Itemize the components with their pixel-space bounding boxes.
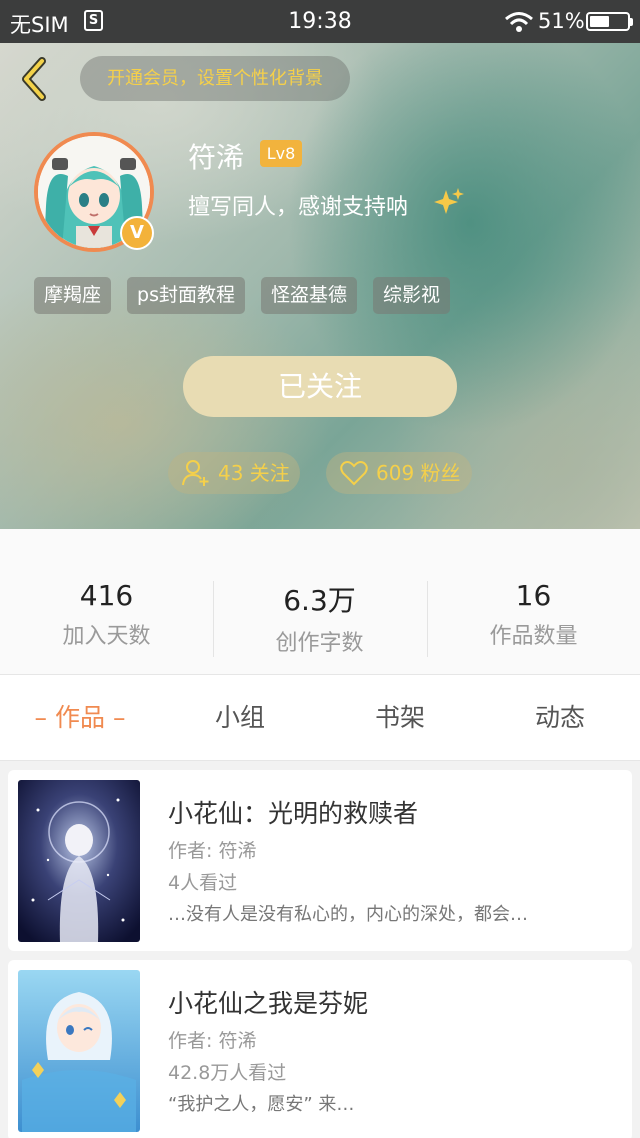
work-card[interactable]: 小花仙之我是芬妮 作者: 符浠 42.8万人看过 “我护之人，愿安” 来… — [8, 960, 632, 1138]
verified-v-icon: V — [120, 216, 154, 250]
stat-word-count: 6.3万 创作字数 — [213, 579, 426, 657]
add-user-icon — [182, 460, 209, 486]
username: 符浠 — [188, 141, 245, 174]
profile-tabs: – 作品 – 小组 书架 动态 — [0, 675, 640, 761]
fans-count-button[interactable]: 609 粉丝 — [326, 452, 472, 494]
tab-works[interactable]: – 作品 – — [0, 675, 160, 761]
tag-item[interactable]: ps封面教程 — [127, 277, 245, 314]
tab-groups[interactable]: 小组 — [160, 675, 320, 761]
stat-value: 16 — [515, 579, 552, 612]
stats-bar: 416 加入天数 6.3万 创作字数 16 作品数量 — [0, 529, 640, 675]
tab-bookshelf[interactable]: 书架 — [320, 675, 480, 761]
work-author: 作者: 符浠 — [168, 840, 257, 862]
tag-item[interactable]: 综影视 — [373, 277, 451, 314]
back-arrow-icon[interactable] — [14, 55, 54, 103]
following-text: 43 关注 — [218, 461, 290, 485]
heart-icon — [340, 461, 368, 486]
bio: 擅写同人，感谢支持呐 — [188, 195, 409, 220]
stat-label: 创作字数 — [275, 631, 364, 656]
work-description: …没有人是没有私心的，内心的深处，都会… — [168, 904, 528, 925]
work-card[interactable]: 小花仙：光明的救赎者 作者: 符浠 4人看过 …没有人是没有私心的，内心的深处，… — [8, 770, 632, 951]
tag-item[interactable]: 摩羯座 — [34, 277, 112, 314]
book-cover[interactable] — [18, 970, 140, 1132]
tag-list: 摩羯座 ps封面教程 怪盗基德 综影视 — [34, 277, 451, 314]
work-views: 42.8万人看过 — [168, 1062, 287, 1084]
work-views: 4人看过 — [168, 872, 238, 894]
stat-works-count: 16 作品数量 — [427, 579, 640, 650]
level-badge: Lv8 — [260, 140, 302, 167]
stat-join-days: 416 加入天数 — [0, 579, 213, 650]
works-list: 小花仙：光明的救赎者 作者: 符浠 4人看过 …没有人是没有私心的，内心的深处，… — [8, 770, 632, 1138]
battery-percent: 51% — [538, 9, 585, 33]
stat-label: 加入天数 — [62, 624, 151, 649]
sparkle-icon — [434, 188, 464, 214]
stat-value: 416 — [79, 579, 134, 612]
work-title: 小花仙之我是芬妮 — [168, 989, 369, 1018]
profile-header: 开通会员，设置个性化背景 V 符浠 Lv8 擅写同人，感谢支持呐 摩羯座 ps封… — [0, 43, 640, 529]
tab-activity[interactable]: 动态 — [480, 675, 640, 761]
tag-item[interactable]: 怪盗基德 — [260, 277, 357, 314]
follow-button[interactable]: 已关注 — [183, 356, 457, 417]
following-count-button[interactable]: 43 关注 — [168, 452, 300, 494]
work-description: “我护之人，愿安” 来… — [168, 1094, 355, 1115]
battery-icon — [586, 12, 633, 31]
cover-image — [18, 970, 140, 1132]
stat-label: 作品数量 — [489, 624, 578, 649]
stat-value: 6.3万 — [283, 584, 356, 617]
book-cover[interactable] — [18, 780, 140, 942]
vip-banner[interactable]: 开通会员，设置个性化背景 — [80, 56, 350, 101]
status-bar: 无SIM S 19:38 51% — [0, 0, 640, 43]
work-title: 小花仙：光明的救赎者 — [168, 799, 419, 828]
wifi-icon — [505, 12, 533, 32]
cover-image — [18, 780, 140, 942]
fans-text: 609 粉丝 — [376, 461, 461, 485]
work-author: 作者: 符浠 — [168, 1030, 257, 1052]
